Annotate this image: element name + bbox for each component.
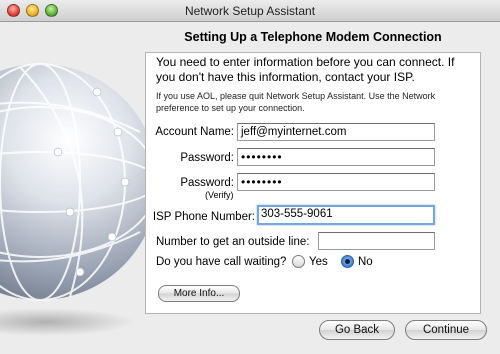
call-waiting-no-label[interactable]: No [358, 256, 373, 268]
assistant-window: Network Setup Assistant Setting Up a Tel… [0, 0, 500, 354]
outside-line-label: Number to get an outside line: [156, 236, 310, 248]
verify-password-field[interactable]: •••••••• [237, 173, 435, 191]
window-title: Network Setup Assistant [184, 4, 316, 18]
aol-note: If you use AOL, please quit Network Setu… [156, 91, 436, 113]
globe-icon [0, 63, 150, 336]
go-back-button[interactable]: Go Back [319, 320, 395, 340]
call-waiting-yes-label[interactable]: Yes [309, 256, 328, 268]
network-globe-graphic [0, 22, 150, 354]
isp-phone-label: ISP Phone Number: [152, 211, 255, 223]
outside-line-field[interactable] [318, 232, 435, 250]
call-waiting-yes-radio[interactable] [292, 255, 305, 268]
intro-text: You need to enter information before you… [156, 55, 455, 84]
call-waiting-label: Do you have call waiting? [156, 256, 287, 268]
isp-phone-field[interactable]: 303-555-9061 [257, 205, 435, 225]
password-label: Password: [180, 152, 234, 164]
page-heading: Setting Up a Telephone Modem Connection [184, 30, 442, 44]
continue-button[interactable]: Continue [405, 320, 487, 340]
verify-password-label: Password: [180, 177, 234, 189]
verify-sublabel: (Verify) [205, 190, 234, 200]
account-name-field[interactable]: jeff@myinternet.com [237, 123, 435, 141]
call-waiting-no-radio[interactable] [341, 255, 354, 268]
title-bar[interactable]: Network Setup Assistant [0, 0, 500, 22]
account-name-label: Account Name: [155, 126, 234, 138]
more-info-button[interactable]: More Info... [158, 285, 240, 302]
password-field[interactable]: •••••••• [237, 148, 435, 166]
